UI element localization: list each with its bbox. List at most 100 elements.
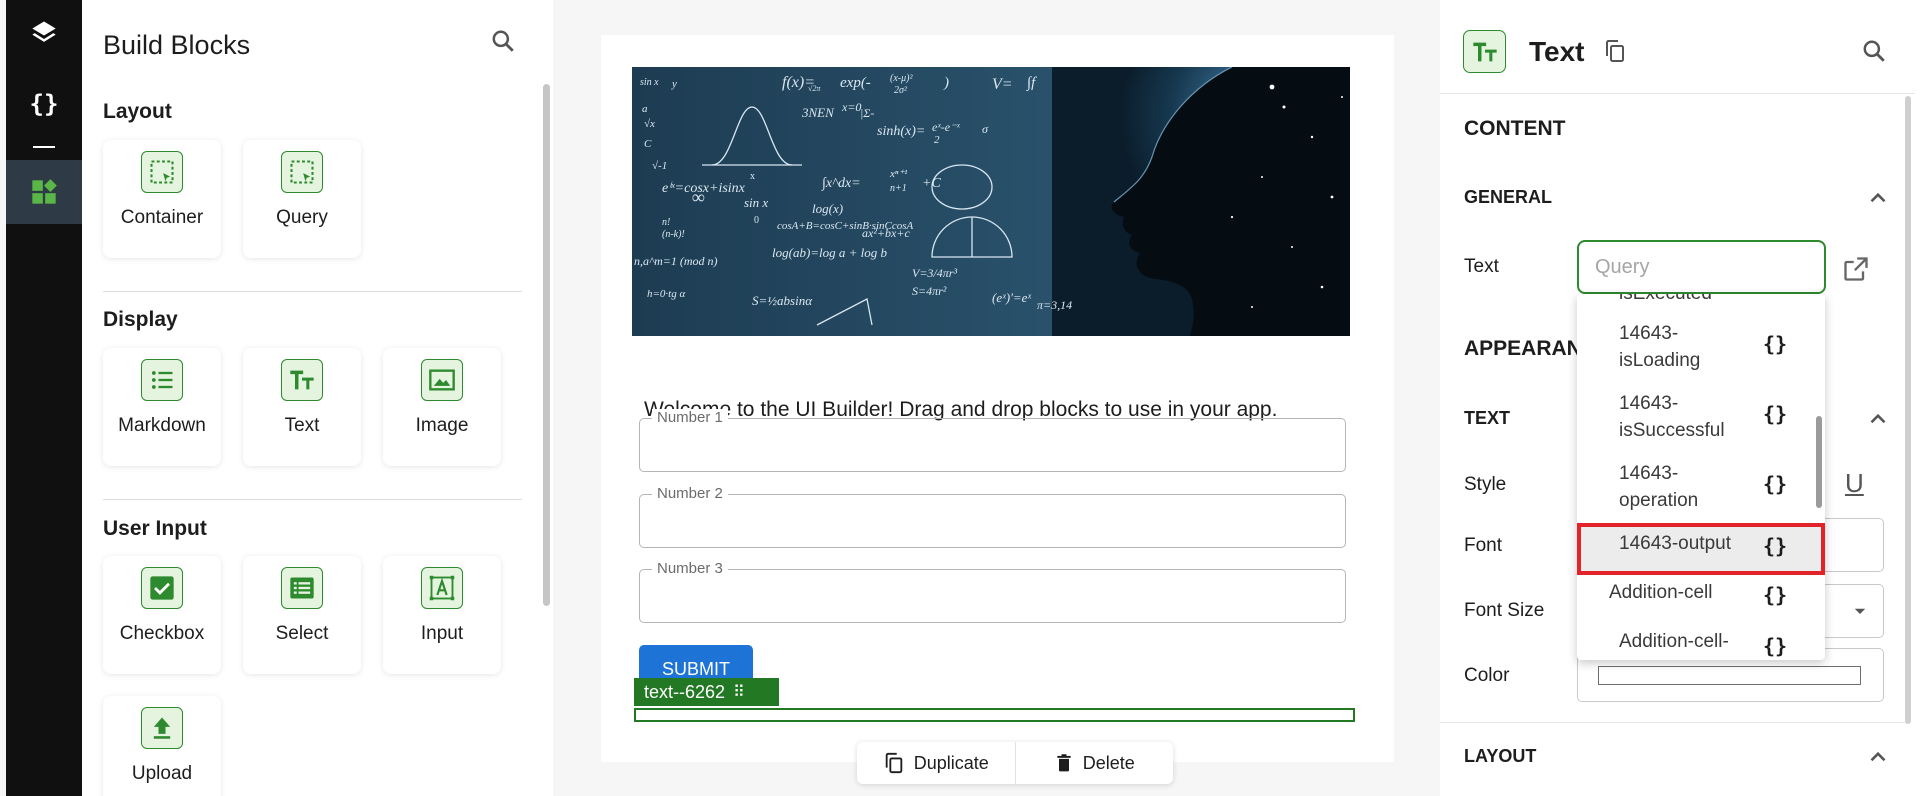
number-1-field[interactable]: Number 1 bbox=[639, 409, 1346, 472]
math-formula: ∞ bbox=[692, 187, 705, 207]
suggestion-item[interactable]: 14643- operation {} bbox=[1577, 460, 1825, 514]
block-query[interactable]: Query bbox=[243, 140, 361, 258]
block-container[interactable]: Container bbox=[103, 140, 221, 258]
block-action-bar: Duplicate Delete bbox=[857, 742, 1173, 784]
duplicate-icon bbox=[885, 752, 902, 774]
copy-icon bbox=[1606, 40, 1624, 62]
layout-caption: LAYOUT bbox=[1464, 746, 1537, 766]
selected-block-type: Text bbox=[1529, 36, 1585, 67]
math-formula: +C bbox=[922, 176, 941, 191]
suggestion-item[interactable]: Addition-cell- {} bbox=[1577, 628, 1825, 658]
field-label: Number 3 bbox=[652, 560, 728, 577]
block-image[interactable]: Image bbox=[383, 348, 501, 466]
duplicate-button[interactable]: Duplicate bbox=[857, 742, 1015, 784]
code-button[interactable]: {} bbox=[6, 72, 82, 136]
block-upload[interactable]: Upload bbox=[103, 696, 221, 796]
app: {} Build Blocks Layout Container Query D… bbox=[0, 0, 1920, 796]
copy-button[interactable] bbox=[1603, 38, 1627, 69]
suggestion-item[interactable]: Addition-cell {} bbox=[1577, 579, 1825, 607]
build-blocks-title: Build Blocks bbox=[103, 30, 251, 60]
selected-block-tag[interactable]: text--6262 ⠿ bbox=[634, 678, 779, 706]
text-label: Text bbox=[1464, 256, 1499, 277]
suggestion-item-clipped[interactable]: isExecuted bbox=[1577, 294, 1825, 307]
section-title-display: Display bbox=[103, 308, 178, 331]
math-formula: sinh(x)= bbox=[877, 124, 925, 139]
suggestion-label: 14643- bbox=[1619, 393, 1679, 414]
text-caption: TEXT bbox=[1464, 408, 1511, 428]
search-icon bbox=[492, 30, 514, 52]
block-select[interactable]: Select bbox=[243, 556, 361, 674]
math-formula: (n-k)! bbox=[662, 229, 685, 240]
font-label: Font bbox=[1464, 535, 1503, 556]
query-icon bbox=[281, 151, 323, 193]
math-formula: (x-μ)² bbox=[890, 73, 913, 84]
block-input[interactable]: Input bbox=[383, 556, 501, 674]
properties-header: Text bbox=[1440, 0, 1915, 94]
block-markdown[interactable]: Markdown bbox=[103, 348, 221, 466]
braces-icon: {} bbox=[1763, 634, 1788, 658]
math-formula: V= bbox=[992, 76, 1013, 93]
block-label: Upload bbox=[131, 763, 193, 784]
general-caption: GENERAL bbox=[1464, 187, 1553, 207]
general-collapse-button[interactable] bbox=[1865, 185, 1891, 216]
braces-icon: {} bbox=[1763, 332, 1788, 356]
query-suggestions-dropdown: isExecuted 14643- isLoading {} 14643- is… bbox=[1577, 294, 1825, 660]
suggestion-label: isExecuted bbox=[1619, 294, 1712, 307]
properties-scrollbar[interactable] bbox=[1905, 96, 1911, 724]
math-formula: 2 bbox=[934, 134, 940, 146]
chevron-up-icon bbox=[1870, 192, 1886, 203]
underline-icon[interactable]: U bbox=[1845, 468, 1864, 499]
image-icon bbox=[421, 359, 463, 401]
suggestion-item[interactable]: 14643- isSuccessful {} bbox=[1577, 390, 1825, 444]
braces-icon: {} bbox=[29, 90, 59, 118]
block-label: Markdown bbox=[118, 415, 206, 436]
block-label: Select bbox=[275, 623, 329, 644]
left-rail: {} bbox=[6, 0, 82, 796]
drag-handle-icon[interactable]: ⠿ bbox=[733, 682, 745, 702]
text-collapse-button[interactable] bbox=[1865, 406, 1891, 437]
math-formula: √x bbox=[644, 118, 655, 130]
selected-text-block[interactable] bbox=[634, 708, 1355, 722]
math-formula: C bbox=[644, 138, 652, 150]
delete-button[interactable]: Delete bbox=[1014, 742, 1174, 784]
blocks-search-button[interactable] bbox=[490, 28, 516, 59]
text-icon bbox=[281, 359, 323, 401]
math-tick: x bbox=[750, 171, 755, 182]
block-text[interactable]: Text bbox=[243, 348, 361, 466]
delete-label: Delete bbox=[1082, 752, 1135, 773]
layout-collapse-button[interactable] bbox=[1865, 744, 1891, 775]
math-formula: ax²+bx+c bbox=[862, 226, 910, 240]
suggestion-item[interactable]: 14643- isLoading {} bbox=[1577, 320, 1825, 374]
blocks-icon bbox=[32, 179, 57, 204]
field-label: Number 1 bbox=[652, 409, 728, 426]
color-swatch[interactable] bbox=[1598, 666, 1861, 685]
math-formula: sin x bbox=[640, 77, 659, 88]
math-formula: log(ab)=log a + log b bbox=[772, 245, 888, 260]
math-formula: |Σ- bbox=[860, 106, 874, 120]
text-query-field[interactable] bbox=[1579, 242, 1824, 292]
open-editor-button[interactable] bbox=[1842, 255, 1870, 288]
block-checkbox[interactable]: Checkbox bbox=[103, 556, 221, 674]
math-formula: x=0 bbox=[841, 100, 861, 114]
math-formula: S=4πr² bbox=[912, 284, 947, 298]
suggestion-label: 14643- bbox=[1619, 323, 1679, 344]
math-formula: ) bbox=[943, 75, 949, 91]
suggestion-item-14643-output[interactable]: 14643-output {} bbox=[1577, 530, 1825, 558]
markdown-icon bbox=[141, 359, 183, 401]
text-query-input[interactable] bbox=[1577, 240, 1826, 294]
suggestion-label: isSuccessful bbox=[1619, 420, 1725, 441]
math-formula: exp(- bbox=[840, 75, 871, 91]
section-divider bbox=[103, 499, 522, 500]
number-3-field[interactable]: Number 3 bbox=[639, 560, 1346, 623]
hero-image: sin x y f(x)= √2π exp(- (x-μ)² 2σ²) V= ∫f a √x sinh… bbox=[632, 67, 1350, 336]
blocks-scrollbar[interactable] bbox=[543, 84, 550, 606]
properties-search-button[interactable] bbox=[1861, 38, 1887, 69]
suggestion-label: 14643- bbox=[1619, 463, 1679, 484]
block-label: Checkbox bbox=[119, 623, 205, 644]
dropdown-scrollbar[interactable] bbox=[1816, 416, 1822, 508]
layers-button[interactable] bbox=[6, 0, 82, 64]
blocks-button[interactable] bbox=[6, 160, 82, 224]
math-formula: h=0·tg α bbox=[647, 288, 685, 300]
math-formula: y bbox=[671, 78, 677, 90]
number-2-field[interactable]: Number 2 bbox=[639, 485, 1346, 548]
